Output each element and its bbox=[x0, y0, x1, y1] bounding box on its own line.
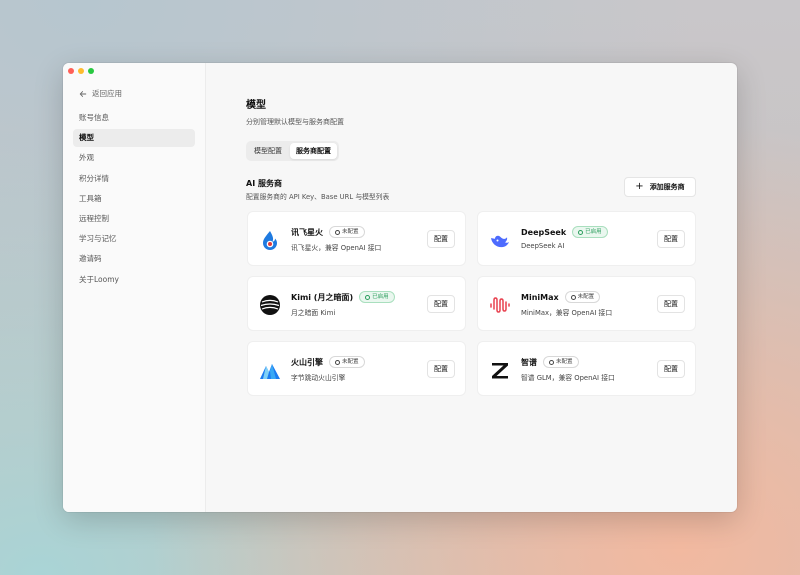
provider-description: 字节跳动火山引擎 bbox=[291, 374, 346, 382]
provider-card-zhipu: 智谱 未配置 智谱 GLM，兼容 OpenAI 接口 配置 bbox=[477, 341, 696, 396]
tab-model-config[interactable]: 模型配置 bbox=[248, 143, 288, 159]
configure-button[interactable]: 配置 bbox=[427, 295, 455, 313]
sidebar-item-toolbox[interactable]: 工具箱 bbox=[73, 190, 195, 208]
settings-nav: 账号信息 模型 外观 积分详情 工具箱 远程控制 学习与记忆 邀请码 关于Loo… bbox=[73, 109, 195, 291]
provider-name-text: MiniMax bbox=[521, 292, 559, 302]
volcano-icon bbox=[260, 364, 280, 379]
configure-button[interactable]: 配置 bbox=[657, 360, 685, 378]
arrow-left-icon bbox=[79, 90, 87, 97]
sidebar-item-account[interactable]: 账号信息 bbox=[73, 109, 195, 127]
provider-name: 讯飞星火 未配置 bbox=[291, 226, 365, 238]
configure-button[interactable]: 配置 bbox=[657, 295, 685, 313]
status-text: 未配置 bbox=[342, 359, 359, 365]
provider-name-text: 讯飞星火 bbox=[291, 227, 323, 237]
tab-switcher: 模型配置 服务商配置 bbox=[246, 141, 339, 161]
section-description: 配置服务商的 API Key、Base URL 与模型列表 bbox=[246, 193, 390, 201]
back-label: 返回应用 bbox=[92, 89, 122, 98]
provider-description: 月之暗面 Kimi bbox=[291, 309, 336, 317]
provider-card-xunfei: 讯飞星火 未配置 讯飞星火，兼容 OpenAI 接口 配置 bbox=[247, 211, 466, 266]
spark-icon bbox=[263, 231, 277, 250]
add-provider-button[interactable]: + 添加服务商 bbox=[624, 177, 696, 197]
status-badge: 未配置 bbox=[329, 356, 365, 368]
provider-name: 智谱 未配置 bbox=[521, 356, 579, 368]
provider-name-text: 火山引擎 bbox=[291, 357, 323, 367]
page-title: 模型 bbox=[246, 100, 266, 111]
status-text: 未配置 bbox=[577, 294, 595, 300]
provider-description: 智谱 GLM，兼容 OpenAI 接口 bbox=[521, 374, 615, 382]
sidebar-item-invite-code[interactable]: 邀请码 bbox=[73, 250, 195, 268]
maximize-window-button[interactable] bbox=[88, 68, 94, 74]
provider-card-kimi: Kimi (月之暗面) 已启用 月之暗面 Kimi 配置 bbox=[247, 276, 466, 331]
app-window: 返回应用 账号信息 模型 外观 积分详情 工具箱 远程控制 学习与记忆 邀请码 … bbox=[63, 63, 737, 512]
tab-provider-config[interactable]: 服务商配置 bbox=[290, 143, 337, 159]
zhipu-icon bbox=[492, 363, 508, 379]
page-subtitle: 分别管理默认模型与服务商配置 bbox=[246, 118, 344, 126]
provider-card-volcengine: 火山引擎 未配置 字节跳动火山引擎 配置 bbox=[247, 341, 466, 396]
provider-card-deepseek: DeepSeek 已启用 DeepSeek AI 配置 bbox=[477, 211, 696, 266]
provider-name: 火山引擎 未配置 bbox=[291, 356, 365, 368]
check-circle-icon bbox=[578, 229, 584, 235]
back-to-app-button[interactable]: 返回应用 bbox=[79, 88, 122, 99]
window-controls bbox=[68, 68, 94, 74]
status-badge: 未配置 bbox=[564, 291, 601, 303]
provider-description: DeepSeek AI bbox=[521, 242, 565, 250]
minimax-icon bbox=[490, 297, 510, 313]
add-provider-label: 添加服务商 bbox=[649, 183, 685, 191]
configure-button[interactable]: 配置 bbox=[657, 230, 685, 248]
sidebar-item-models[interactable]: 模型 bbox=[73, 129, 195, 148]
minimize-window-button[interactable] bbox=[78, 68, 84, 74]
circle-icon bbox=[570, 294, 576, 300]
provider-name: MiniMax 未配置 bbox=[521, 291, 601, 303]
circle-icon bbox=[335, 359, 340, 365]
sidebar: 返回应用 账号信息 模型 外观 积分详情 工具箱 远程控制 学习与记忆 邀请码 … bbox=[63, 63, 206, 512]
status-text: 已启用 bbox=[372, 294, 389, 300]
status-text: 未配置 bbox=[556, 359, 573, 365]
kimi-icon bbox=[260, 295, 280, 315]
configure-button[interactable]: 配置 bbox=[427, 360, 455, 378]
circle-icon bbox=[549, 359, 554, 365]
status-text: 未配置 bbox=[342, 229, 359, 235]
status-badge: 未配置 bbox=[329, 226, 365, 238]
provider-name-text: Kimi (月之暗面) bbox=[291, 292, 354, 302]
status-badge: 未配置 bbox=[543, 356, 579, 368]
sidebar-item-credits[interactable]: 积分详情 bbox=[73, 170, 195, 188]
close-window-button[interactable] bbox=[68, 68, 74, 74]
configure-button[interactable]: 配置 bbox=[427, 230, 455, 248]
provider-name: Kimi (月之暗面) 已启用 bbox=[291, 291, 395, 303]
sidebar-item-learning-memory[interactable]: 学习与记忆 bbox=[73, 230, 195, 248]
sidebar-item-appearance[interactable]: 外观 bbox=[73, 149, 195, 167]
provider-name-text: 智谱 bbox=[521, 357, 537, 367]
provider-card-minimax: MiniMax 未配置 MiniMax，兼容 OpenAI 接口 配置 bbox=[477, 276, 696, 331]
circle-icon bbox=[335, 229, 340, 235]
main-content: 模型 分别管理默认模型与服务商配置 模型配置 服务商配置 AI 服务商 配置服务… bbox=[206, 63, 737, 512]
provider-description: 讯飞星火，兼容 OpenAI 接口 bbox=[291, 244, 382, 252]
check-circle-icon bbox=[365, 294, 371, 300]
provider-description: MiniMax，兼容 OpenAI 接口 bbox=[521, 309, 613, 317]
status-badge: 已启用 bbox=[359, 291, 395, 303]
section-title: AI 服务商 bbox=[246, 179, 282, 188]
status-badge: 已启用 bbox=[572, 226, 608, 238]
sidebar-item-about[interactable]: 关于Loomy bbox=[73, 271, 195, 289]
sidebar-item-remote-control[interactable]: 远程控制 bbox=[73, 210, 195, 228]
plus-icon: + bbox=[635, 181, 644, 192]
provider-name: DeepSeek 已启用 bbox=[521, 226, 608, 238]
deepseek-whale-icon bbox=[491, 235, 509, 248]
status-text: 已启用 bbox=[585, 229, 602, 235]
provider-name-text: DeepSeek bbox=[521, 227, 567, 237]
